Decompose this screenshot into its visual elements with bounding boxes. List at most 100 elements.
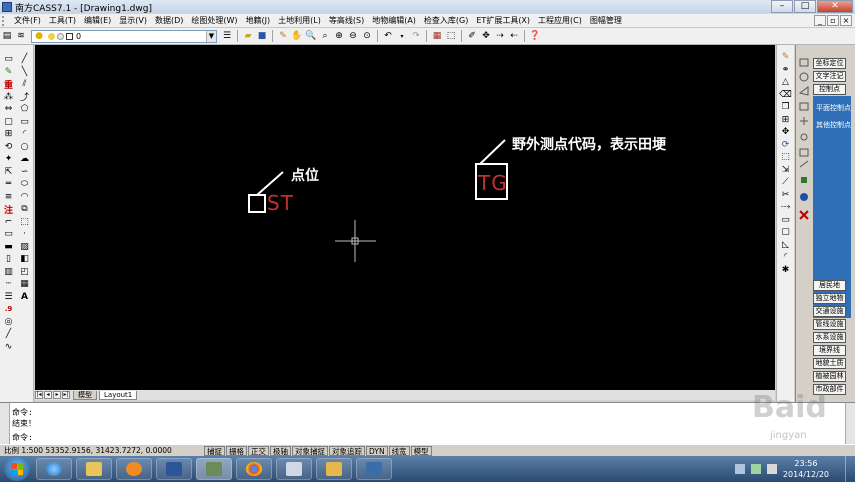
stretch-icon[interactable]: ⇱: [3, 166, 15, 179]
menu-edit[interactable]: 编辑(E): [80, 15, 115, 26]
save-icon[interactable]: ■: [256, 30, 268, 42]
circle-target-icon[interactable]: ◎: [3, 316, 15, 329]
point-icon[interactable]: ·: [19, 228, 31, 241]
draw-line-icon[interactable]: ✐: [466, 30, 478, 42]
polyline-icon[interactable]: ⌐: [3, 216, 15, 229]
construction-line-icon[interactable]: ╲: [19, 66, 31, 79]
scale-icon[interactable]: ⬚: [780, 151, 792, 164]
brush-icon[interactable]: ✎: [3, 66, 15, 79]
hatch-pattern-icon[interactable]: ▥: [3, 266, 15, 279]
hatch-icon[interactable]: ▨: [19, 241, 31, 254]
zoom-window-icon[interactable]: ⌕: [319, 30, 331, 42]
layer-dropdown[interactable]: ● 0 ▼: [31, 29, 217, 43]
list-item-other-control[interactable]: 其他控制点: [816, 120, 851, 130]
divide-icon[interactable]: ≡: [3, 191, 15, 204]
last-tab-icon[interactable]: ▸|: [62, 391, 70, 399]
arc-icon[interactable]: ◜: [19, 128, 31, 141]
list-item-planar-control[interactable]: 平面控制点: [816, 103, 851, 113]
ellipse-arc-icon[interactable]: ◠: [19, 191, 31, 204]
copy-icon[interactable]: ❐: [780, 101, 792, 114]
layer-state-icon[interactable]: ≋: [15, 30, 27, 42]
eraser-icon[interactable]: ⌫: [779, 89, 792, 102]
panel-button-residential[interactable]: 居民地: [813, 280, 846, 291]
menu-contour[interactable]: 等高线(S): [325, 15, 368, 26]
first-tab-icon[interactable]: |◂: [35, 391, 43, 399]
taskbar-ie-icon[interactable]: [36, 458, 72, 480]
help-icon[interactable]: ❓: [529, 30, 541, 42]
menu-check[interactable]: 检查入库(G): [420, 15, 472, 26]
lengthen-icon[interactable]: ⟋: [780, 176, 792, 189]
redo-icon[interactable]: ↷: [410, 30, 422, 42]
taskbar-paint-icon[interactable]: [316, 458, 352, 480]
doc-close-button[interactable]: ×: [840, 15, 852, 26]
tray-network-icon[interactable]: [750, 464, 761, 474]
layer-manager-icon[interactable]: ▤: [1, 30, 13, 42]
chevron-down-icon[interactable]: ▼: [206, 30, 216, 42]
tray-volume-icon[interactable]: [766, 464, 777, 474]
menu-sheet[interactable]: 图幅管理: [586, 15, 626, 26]
next-tab-icon[interactable]: ▸: [53, 391, 61, 399]
rotate-icon[interactable]: ⟳: [780, 139, 792, 152]
menu-tools[interactable]: 工具(T): [45, 15, 80, 26]
taskbar-word-icon[interactable]: [156, 458, 192, 480]
insert-block-icon[interactable]: ⧉: [19, 203, 31, 216]
prev-tab-icon[interactable]: ◂: [44, 391, 52, 399]
move-tool-icon[interactable]: ✥: [780, 126, 792, 139]
rectangle-draw-icon[interactable]: ▭: [19, 116, 31, 129]
mirror-icon[interactable]: ⇔: [3, 103, 15, 116]
panel-button-text-annotation[interactable]: 文字注记: [813, 71, 846, 82]
command-window-grip[interactable]: [0, 403, 10, 445]
layer-tool-icon[interactable]: ▭: [3, 53, 15, 66]
toggle-osnap[interactable]: 对象捕捉: [292, 445, 328, 456]
group-icon[interactable]: ⁂: [3, 91, 15, 104]
command-prompt[interactable]: 命令:: [12, 432, 33, 443]
toggle-dyn[interactable]: DYN: [366, 445, 388, 456]
taskbar-explorer-icon[interactable]: [76, 458, 112, 480]
toggle-otrack[interactable]: 对象追踪: [329, 445, 365, 456]
panel-button-traffic[interactable]: 交通设施: [813, 306, 846, 317]
spline-tool-icon[interactable]: ⤴: [19, 91, 31, 103]
array-icon[interactable]: ⊞: [3, 128, 15, 141]
slash-icon[interactable]: ╱: [3, 328, 15, 341]
tab-layout1[interactable]: Layout1: [99, 390, 138, 400]
fillet-icon[interactable]: ◜: [780, 251, 792, 264]
panel-button-landform[interactable]: 地貌土质: [813, 358, 846, 369]
toggle-ortho[interactable]: 正交: [248, 445, 269, 456]
command-scrollbar[interactable]: [845, 403, 855, 445]
rectangle-icon[interactable]: ▭: [3, 228, 15, 241]
dash-line-icon[interactable]: ┄: [3, 278, 15, 291]
taskbar-cass-icon[interactable]: [196, 458, 232, 480]
menu-file[interactable]: 文件(F): [10, 15, 45, 26]
measure-icon[interactable]: ═: [3, 178, 15, 191]
panel-button-boundary[interactable]: 境界线: [813, 345, 846, 356]
tab-model[interactable]: 模型: [73, 390, 97, 400]
drawing-canvas[interactable]: 点位 野外测点代码，表示田埂 ST TG: [35, 45, 775, 390]
taskbar-sogou-icon[interactable]: [276, 458, 312, 480]
rotate-tool-icon[interactable]: ⟲: [3, 141, 15, 154]
ellipse-icon[interactable]: ⬭: [19, 178, 31, 191]
break-icon[interactable]: ▭: [780, 214, 792, 227]
trim-tool-icon[interactable]: ✂: [780, 189, 792, 202]
toggle-model[interactable]: 模型: [410, 445, 432, 456]
pencil-edit-icon[interactable]: ✎: [780, 51, 792, 64]
polygon-icon[interactable]: ⬠: [19, 103, 31, 116]
heavy-tool-label[interactable]: 重: [3, 78, 15, 91]
block-icon[interactable]: ▬: [3, 241, 15, 254]
wave-icon[interactable]: ∿: [3, 341, 15, 354]
minimize-button[interactable]: –: [771, 0, 793, 13]
menu-landuse[interactable]: 土地利用(L): [274, 15, 325, 26]
make-block-icon[interactable]: ⬚: [19, 216, 31, 229]
menu-data[interactable]: 数据(D): [151, 15, 187, 26]
join-icon[interactable]: ▢: [780, 226, 792, 239]
circle-icon[interactable]: ○: [19, 141, 31, 154]
trim-icon[interactable]: ⇠: [508, 30, 520, 42]
triangle-icon[interactable]: △: [780, 76, 792, 89]
gradient-icon[interactable]: ◧: [19, 253, 31, 266]
stretch-tool-icon[interactable]: ⇲: [780, 164, 792, 177]
zoom-in-icon[interactable]: ⊕: [333, 30, 345, 42]
menu-engineering[interactable]: 工程应用(C): [534, 15, 586, 26]
offset-icon[interactable]: ▢: [3, 116, 15, 129]
panel-button-independent-feature[interactable]: 独立地物: [813, 293, 846, 304]
start-button[interactable]: [4, 457, 30, 481]
tray-input-icon[interactable]: [734, 464, 745, 474]
